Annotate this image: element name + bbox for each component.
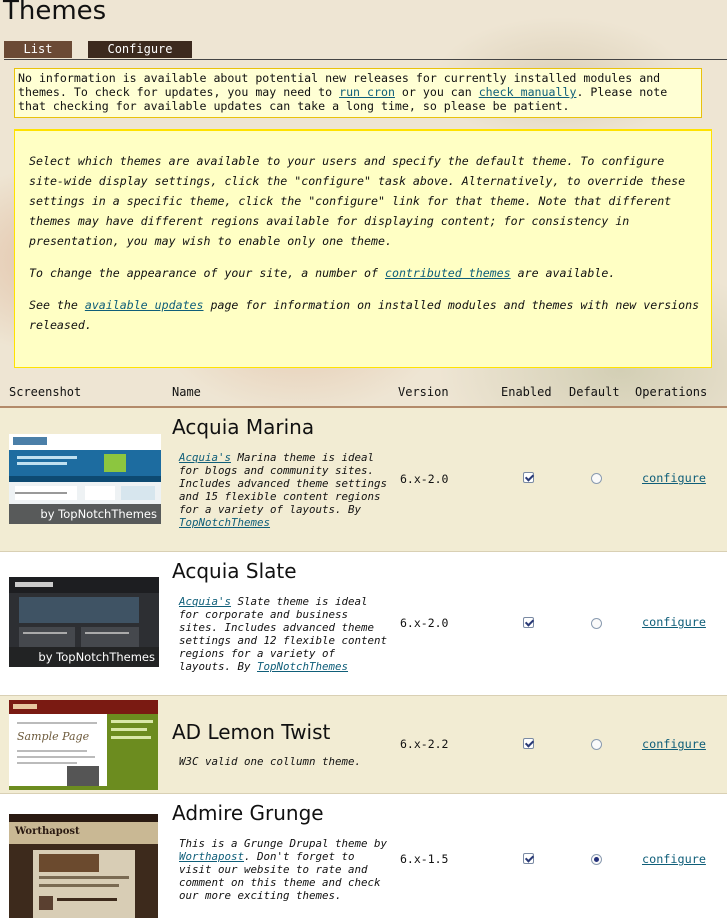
theme-description: Acquia's Slate theme is ideal for corpor… bbox=[179, 595, 387, 673]
theme-screenshot: Worthapost bbox=[9, 814, 158, 918]
theme-preview-image bbox=[9, 700, 158, 790]
default-radio[interactable] bbox=[591, 473, 602, 484]
help-paragraph: Select which themes are available to you… bbox=[29, 154, 686, 248]
theme-version: 6.x-2.2 bbox=[400, 737, 449, 751]
table-row: by TopNotchThemes Acquia Marina Acquia's… bbox=[0, 408, 727, 552]
header-operations: Operations bbox=[635, 385, 708, 399]
help-paragraph: To change the appearance of your site, a… bbox=[29, 263, 705, 283]
table-row: by TopNotchThemes Acquia Slate Acquia's … bbox=[0, 552, 727, 696]
default-radio[interactable] bbox=[591, 618, 602, 629]
theme-screenshot: by TopNotchThemes bbox=[9, 577, 159, 667]
acquia-link[interactable]: Acquia's bbox=[179, 595, 231, 608]
run-cron-link[interactable]: run cron bbox=[339, 85, 395, 99]
table-row: Sample Page AD Lemon Twist W3C valid one… bbox=[0, 696, 727, 794]
help-box: Select which themes are available to you… bbox=[14, 129, 712, 368]
check-manually-link[interactable]: check manually bbox=[479, 85, 577, 99]
header-screenshot: Screenshot bbox=[9, 385, 82, 399]
tab-configure[interactable]: Configure bbox=[88, 41, 192, 58]
notice-text: or you can bbox=[394, 85, 479, 99]
theme-screenshot: by TopNotchThemes bbox=[9, 434, 161, 524]
header-default: Default bbox=[569, 385, 620, 399]
enabled-checkbox[interactable] bbox=[523, 853, 534, 864]
worthapost-link[interactable]: Worthapost bbox=[179, 850, 244, 863]
screenshot-badge: by TopNotchThemes bbox=[9, 504, 161, 524]
header-version: Version bbox=[398, 385, 449, 399]
screenshot-caption: Worthapost bbox=[15, 826, 80, 837]
contributed-themes-link[interactable]: contributed themes bbox=[385, 266, 511, 280]
help-text: are available. bbox=[510, 266, 616, 280]
theme-version: 6.x-2.0 bbox=[400, 616, 449, 630]
theme-description: W3C valid one collumn theme. bbox=[179, 755, 362, 768]
screenshot-badge: by TopNotchThemes bbox=[9, 647, 159, 667]
enabled-checkbox[interactable] bbox=[523, 738, 534, 749]
update-status-notice: No information is available about potent… bbox=[14, 68, 702, 118]
page-title: Themes bbox=[3, 0, 107, 26]
topnotchthemes-link[interactable]: TopNotchThemes bbox=[257, 660, 348, 673]
theme-screenshot: Sample Page bbox=[9, 700, 158, 790]
default-radio[interactable] bbox=[591, 854, 602, 865]
configure-link[interactable]: configure bbox=[642, 471, 706, 485]
theme-name: Acquia Marina bbox=[172, 415, 315, 439]
topnotchthemes-link[interactable]: TopNotchThemes bbox=[179, 516, 270, 529]
help-text: See the bbox=[29, 298, 85, 312]
tab-list[interactable]: List bbox=[4, 41, 72, 58]
configure-link[interactable]: configure bbox=[642, 615, 706, 629]
header-enabled: Enabled bbox=[501, 385, 552, 399]
theme-version: 6.x-1.5 bbox=[400, 852, 449, 866]
screenshot-caption: Sample Page bbox=[17, 730, 90, 743]
description-text: This is a Grunge Drupal theme by bbox=[179, 837, 388, 850]
acquia-link[interactable]: Acquia's bbox=[179, 451, 231, 464]
theme-version: 6.x-2.0 bbox=[400, 472, 449, 486]
theme-description: Acquia's Marina theme is ideal for blogs… bbox=[179, 451, 387, 529]
help-paragraph: See the available updates page for infor… bbox=[29, 295, 705, 335]
enabled-checkbox[interactable] bbox=[523, 472, 534, 483]
table-row: Worthapost Admire Grunge This is a Grung… bbox=[0, 794, 727, 924]
header-name: Name bbox=[172, 385, 201, 399]
theme-description: This is a Grunge Drupal theme by Worthap… bbox=[179, 837, 387, 902]
theme-name: Acquia Slate bbox=[172, 559, 297, 583]
theme-name: Admire Grunge bbox=[172, 801, 324, 825]
tab-bar: List Configure bbox=[4, 41, 727, 60]
configure-link[interactable]: configure bbox=[642, 852, 706, 866]
table-header: Screenshot Name Version Enabled Default … bbox=[0, 378, 727, 408]
theme-name: AD Lemon Twist bbox=[172, 720, 331, 744]
available-updates-link[interactable]: available updates bbox=[85, 298, 204, 312]
enabled-checkbox[interactable] bbox=[523, 617, 534, 628]
configure-link[interactable]: configure bbox=[642, 737, 706, 751]
help-text: To change the appearance of your site, a… bbox=[29, 266, 385, 280]
default-radio[interactable] bbox=[591, 739, 602, 750]
